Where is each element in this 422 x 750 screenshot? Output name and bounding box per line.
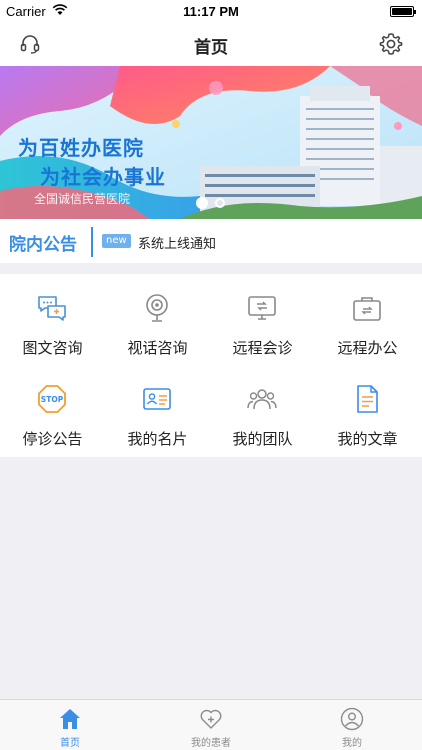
page-title: 首页 (194, 38, 228, 58)
announcement-label: 院内公告 (9, 235, 77, 255)
menu-item-suspension-notice[interactable]: STOP 停诊公告 (0, 365, 105, 455)
menu-item-business-card[interactable]: 我的名片 (105, 365, 210, 455)
document-icon (357, 385, 378, 413)
tab-label: 首页 (60, 738, 80, 749)
tab-my-patients[interactable]: 我的患者 (141, 700, 281, 750)
menu-item-remote-consultation[interactable]: 远程会诊 (210, 274, 315, 364)
carousel-dot-active[interactable] (196, 197, 208, 209)
banner-carousel[interactable]: 为百姓办医院 为社会办事业 全国诚信民营医院 (0, 66, 422, 219)
banner-slogan-line1: 为百姓办医院 (18, 136, 144, 160)
new-badge: new (102, 234, 131, 248)
menu-item-image-text-consult[interactable]: 图文咨询 (0, 274, 105, 364)
tab-me[interactable]: 我的 (282, 700, 422, 750)
banner-subtitle: 全国诚信民营医院 (34, 192, 131, 206)
feature-grid: 图文咨询 视话咨询 远程会诊 远程办公 STOP 停诊公告 我的名片 我的团队 … (0, 274, 422, 457)
tab-label: 我的 (342, 738, 362, 749)
clock: 11:17 PM (183, 4, 239, 19)
menu-item-video-consult[interactable]: 视话咨询 (105, 274, 210, 364)
tab-label: 我的患者 (191, 738, 231, 749)
menu-item-label: 停诊公告 (22, 430, 83, 448)
menu-item-label: 我的团队 (232, 430, 293, 448)
gear-icon[interactable] (378, 31, 404, 57)
menu-item-label: 远程会诊 (232, 339, 293, 357)
svg-text:STOP: STOP (41, 395, 64, 404)
menu-item-team[interactable]: 我的团队 (210, 365, 315, 455)
status-bar: Carrier 11:17 PM (0, 0, 422, 22)
battery-icon (390, 6, 416, 17)
menu-item-label: 图文咨询 (22, 339, 83, 357)
menu-item-label: 远程办公 (337, 339, 398, 357)
home-icon (60, 709, 80, 729)
menu-item-label: 视话咨询 (127, 339, 188, 357)
chat-bubbles-icon (38, 296, 66, 321)
user-circle-icon (340, 707, 364, 731)
briefcase-icon (353, 297, 381, 321)
menu-item-remote-office[interactable]: 远程办公 (315, 274, 420, 364)
stop-sign-icon: STOP (38, 385, 66, 413)
menu-item-articles[interactable]: 我的文章 (315, 365, 420, 455)
heart-plus-icon (200, 709, 222, 729)
menu-item-label: 我的名片 (127, 430, 188, 448)
monitor-transfer-icon (248, 296, 276, 320)
id-card-icon (143, 388, 171, 410)
announcement-divider (91, 227, 93, 257)
team-icon (247, 389, 277, 410)
tab-bar: 首页 我的患者 我的 (0, 699, 422, 750)
webcam-icon (146, 294, 168, 322)
announcement-bar[interactable]: 院内公告 new 系统上线通知 (0, 219, 422, 263)
carousel-dot[interactable] (215, 198, 225, 208)
nav-bar: 首页 (0, 22, 422, 66)
tab-home[interactable]: 首页 (0, 700, 140, 750)
banner-slogan-line2: 为社会办事业 (40, 165, 166, 189)
menu-item-label: 我的文章 (337, 430, 398, 448)
announcement-text[interactable]: 系统上线通知 (138, 233, 216, 252)
